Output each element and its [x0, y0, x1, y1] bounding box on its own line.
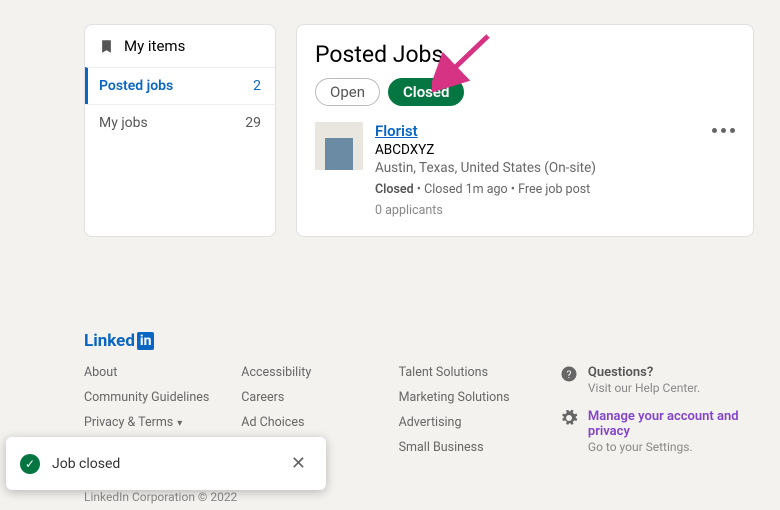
- sidebar-item-count: 29: [245, 115, 261, 131]
- my-items-title: My items: [124, 37, 185, 55]
- job-meta: Closed • Closed 1m ago • Free job post: [375, 182, 735, 197]
- logo-text-right: in: [137, 332, 155, 350]
- bookmark-icon: [99, 39, 114, 54]
- questions-title: Questions?: [588, 365, 700, 380]
- logo-text-left: Linked: [84, 331, 135, 351]
- footer-link-advertising[interactable]: Advertising: [399, 415, 556, 430]
- chevron-down-icon: ▾: [177, 418, 182, 429]
- job-applicants: 0 applicants: [375, 203, 735, 218]
- footer-right: ? Questions? Visit our Help Center. Mana…: [560, 365, 780, 480]
- job-meta-rest: • Closed 1m ago • Free job post: [414, 182, 591, 197]
- linkedin-logo[interactable]: Linkedin: [84, 331, 780, 351]
- job-location: Austin, Texas, United States (On-site): [375, 160, 735, 176]
- manage-sub: Go to your Settings.: [588, 440, 780, 454]
- pill-closed[interactable]: Closed: [388, 78, 464, 106]
- footer-link-small-business[interactable]: Small Business: [399, 440, 556, 455]
- sidebar-item-posted-jobs[interactable]: Posted jobs 2: [85, 67, 275, 104]
- copyright: LinkedIn Corporation © 2022: [84, 490, 780, 504]
- gear-icon: [560, 409, 578, 427]
- main-panel: Posted Jobs Open Closed Florist ABCDXYZ …: [296, 24, 754, 237]
- footer-questions[interactable]: ? Questions? Visit our Help Center.: [560, 365, 780, 395]
- sidebar-item-label: Posted jobs: [99, 78, 173, 94]
- footer-link-talent-solutions[interactable]: Talent Solutions: [399, 365, 556, 380]
- status-filter: Open Closed: [315, 78, 735, 106]
- question-circle-icon: ?: [560, 365, 578, 383]
- sidebar-item-my-jobs[interactable]: My jobs 29: [85, 104, 275, 141]
- my-items-header: My items: [85, 25, 275, 67]
- footer-link-about[interactable]: About: [84, 365, 241, 380]
- sidebar-item-label: My jobs: [99, 115, 148, 131]
- footer-link-community-guidelines[interactable]: Community Guidelines: [84, 390, 241, 405]
- job-title-link[interactable]: Florist: [375, 122, 418, 140]
- footer-link-accessibility[interactable]: Accessibility: [241, 365, 398, 380]
- toast-close-button[interactable]: ✕: [285, 451, 312, 476]
- footer-link-careers[interactable]: Careers: [241, 390, 398, 405]
- toast-text: Job closed: [52, 456, 285, 472]
- job-thumbnail: [315, 122, 363, 170]
- job-row: Florist ABCDXYZ Austin, Texas, United St…: [315, 122, 735, 176]
- page-title: Posted Jobs: [315, 41, 735, 68]
- pill-open[interactable]: Open: [315, 78, 380, 106]
- footer-manage[interactable]: Manage your account and privacy Go to yo…: [560, 409, 780, 454]
- job-more-button[interactable]: [712, 128, 735, 133]
- manage-title: Manage your account and privacy: [588, 409, 780, 439]
- svg-text:?: ?: [566, 368, 571, 381]
- job-thumbnail-placeholder: [325, 138, 353, 170]
- check-circle-icon: ✓: [20, 454, 40, 474]
- footer-link-ad-choices[interactable]: Ad Choices: [241, 415, 398, 430]
- sidebar-item-count: 2: [253, 78, 261, 94]
- questions-sub: Visit our Help Center.: [588, 381, 700, 395]
- footer-link-marketing-solutions[interactable]: Marketing Solutions: [399, 390, 556, 405]
- footer-col-3: Talent Solutions Marketing Solutions Adv…: [399, 365, 556, 480]
- toast-job-closed: ✓ Job closed ✕: [6, 437, 326, 490]
- job-status: Closed: [375, 182, 414, 197]
- footer-link-privacy-terms[interactable]: Privacy & Terms▾: [84, 415, 241, 430]
- job-company: ABCDXYZ: [375, 142, 735, 158]
- sidebar: My items Posted jobs 2 My jobs 29: [84, 24, 276, 237]
